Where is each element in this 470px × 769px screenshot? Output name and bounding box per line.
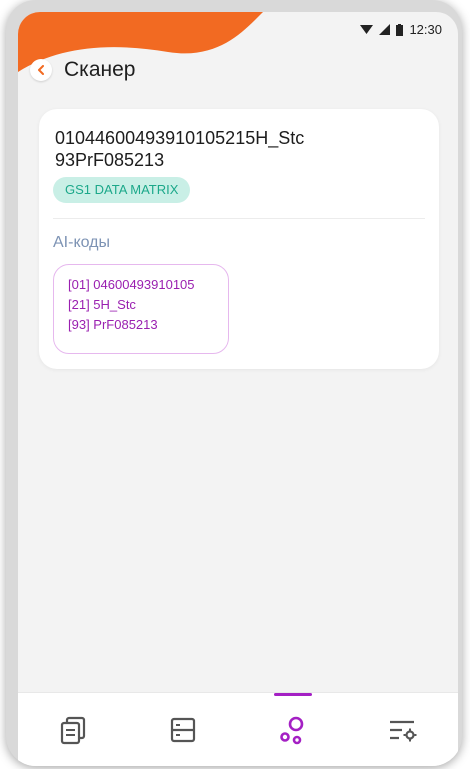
app-screen: 12:30 Сканер 01044600493910105215H_Stc 93… bbox=[18, 12, 458, 766]
wifi-icon bbox=[360, 25, 374, 34]
barcode-type-badge: GS1 DATA MATRIX bbox=[53, 177, 191, 203]
ai-code-line: [93] PrF085213 bbox=[68, 317, 158, 332]
page-title: Сканер bbox=[64, 58, 136, 81]
active-tab-indicator bbox=[274, 693, 312, 696]
scanned-code-line-2: 93PrF085213 bbox=[55, 150, 165, 170]
ai-code-line: [21] 5H_Stc bbox=[68, 297, 136, 312]
scanner-icon bbox=[280, 716, 304, 745]
status-time: 12:30 bbox=[409, 22, 442, 37]
nav-item-copy[interactable] bbox=[18, 693, 128, 766]
status-bar: 12:30 bbox=[360, 22, 442, 37]
scanned-code-text[interactable]: 01044600493910105215H_Stc 93PrF085213 bbox=[55, 127, 425, 171]
top-bar: Сканер bbox=[30, 58, 135, 82]
battery-icon bbox=[396, 23, 404, 36]
bottom-navigation bbox=[18, 692, 458, 766]
card-divider bbox=[53, 218, 425, 219]
nav-item-list[interactable] bbox=[128, 693, 238, 766]
back-button[interactable] bbox=[30, 59, 52, 81]
signal-icon bbox=[379, 24, 391, 35]
nav-item-scanner[interactable] bbox=[238, 693, 348, 766]
chevron-left-icon bbox=[38, 65, 44, 75]
device-frame: 12:30 Сканер 01044600493910105215H_Stc 93… bbox=[6, 0, 462, 766]
scan-result-card: 01044600493910105215H_Stc 93PrF085213 GS1… bbox=[39, 109, 439, 369]
list-icon bbox=[170, 717, 196, 743]
scanned-code-line-1: 01044600493910105215H_Stc bbox=[55, 128, 305, 148]
copy-icon bbox=[60, 716, 86, 745]
ai-code-line: [01] 04600493910105 bbox=[68, 277, 195, 292]
ai-codes-box: [01] 04600493910105 [21] 5H_Stc [93] PrF… bbox=[53, 264, 229, 354]
nav-item-settings[interactable] bbox=[348, 693, 458, 766]
ai-codes-heading: AI-коды bbox=[53, 234, 111, 251]
settings-icon bbox=[390, 720, 417, 742]
